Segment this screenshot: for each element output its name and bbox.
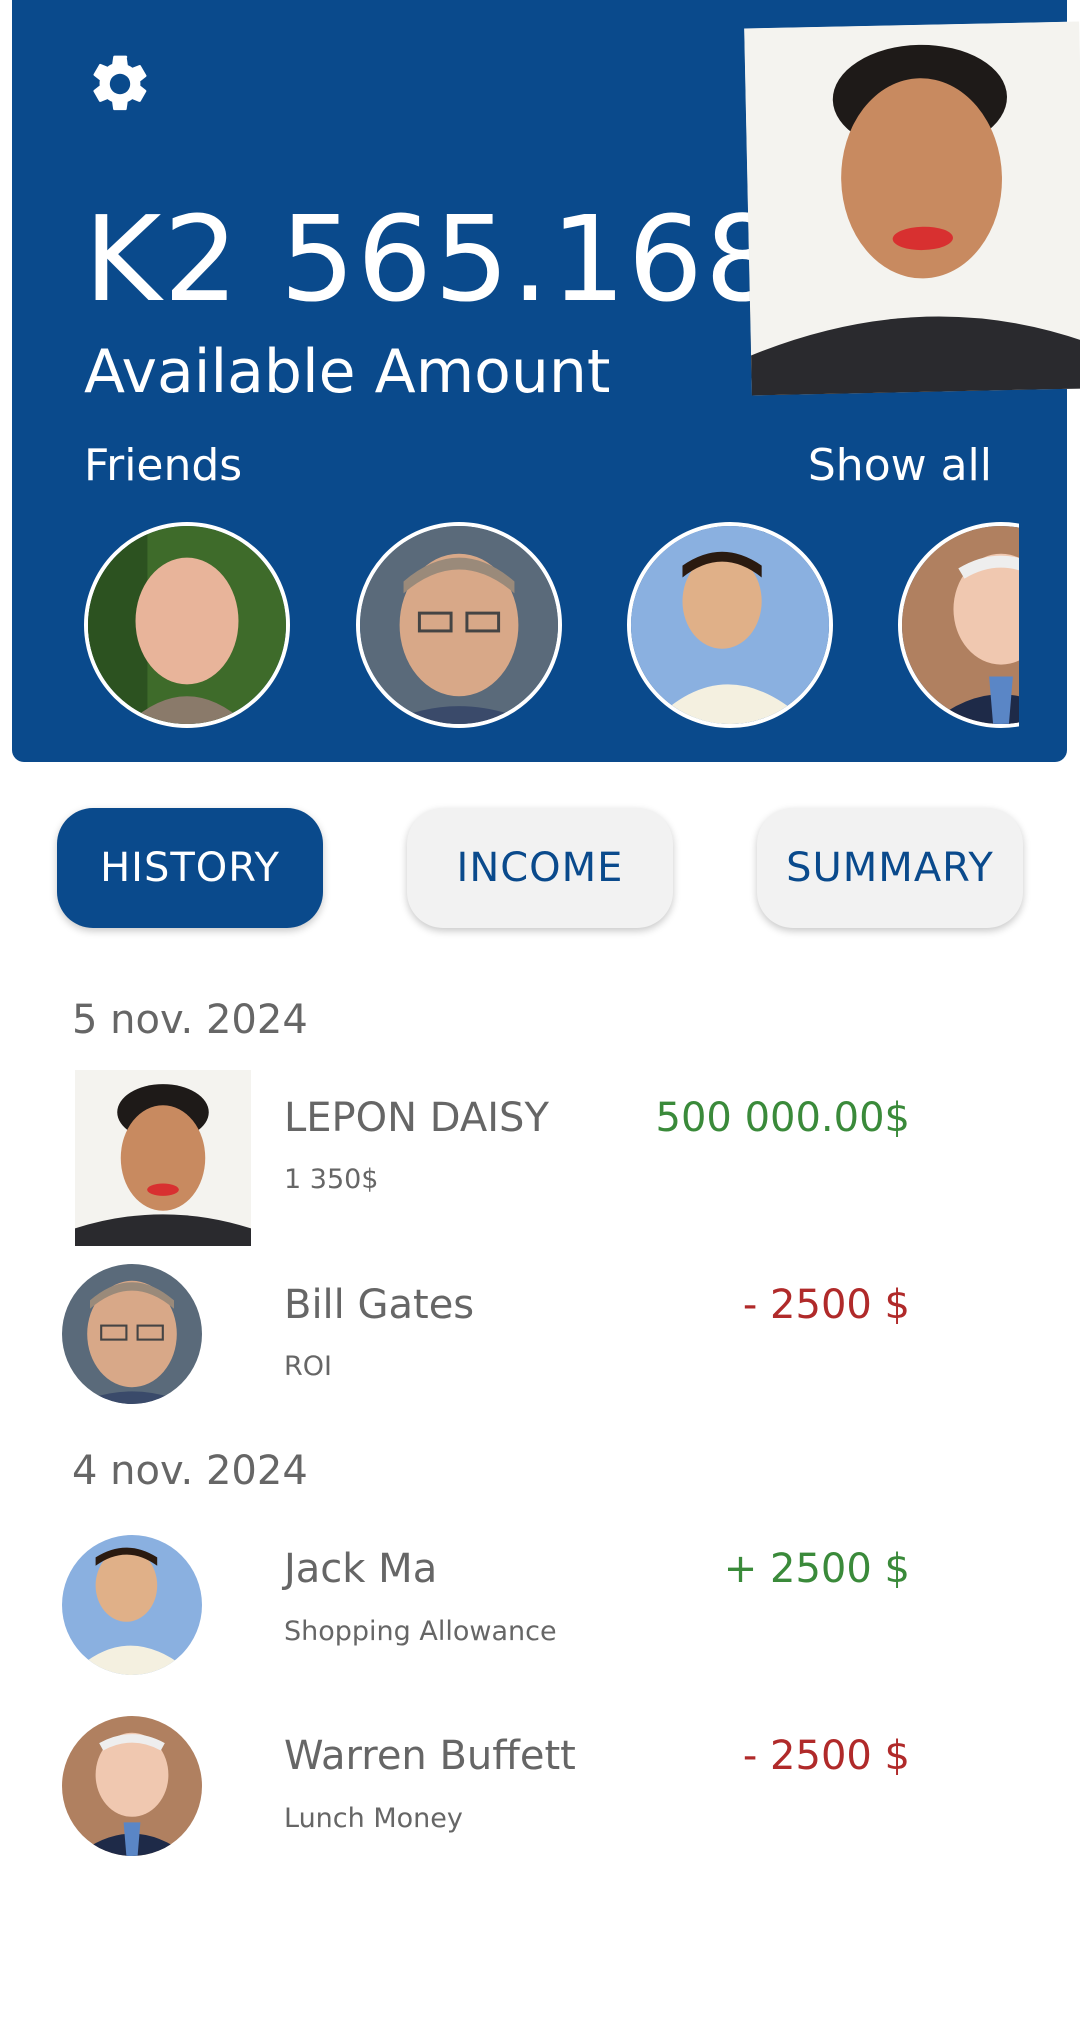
transaction-name: LEPON DAISY bbox=[284, 1095, 549, 1141]
transaction-avatar bbox=[62, 1264, 202, 1404]
friends-title: Friends bbox=[84, 440, 243, 491]
date-header: 4 nov. 2024 bbox=[72, 1448, 308, 1494]
transaction-amount: - 2500 $ bbox=[742, 1733, 910, 1779]
friend-avatar[interactable] bbox=[84, 522, 290, 728]
transaction-note: Shopping Allowance bbox=[284, 1616, 557, 1647]
transaction-avatar bbox=[62, 1535, 202, 1675]
transaction-note: Lunch Money bbox=[284, 1803, 463, 1834]
transaction-avatar bbox=[62, 1716, 202, 1856]
date-header: 5 nov. 2024 bbox=[72, 997, 308, 1043]
transaction-name: Jack Ma bbox=[284, 1546, 438, 1592]
friend-avatar[interactable] bbox=[356, 522, 562, 728]
transaction-avatar bbox=[75, 1070, 251, 1246]
transaction-name: Warren Buffett bbox=[284, 1733, 576, 1779]
friend-avatar[interactable] bbox=[627, 522, 833, 728]
tab-history[interactable]: HISTORY bbox=[57, 808, 323, 928]
transaction-note: 1 350$ bbox=[284, 1164, 379, 1195]
transaction-amount: + 2500 $ bbox=[723, 1546, 910, 1592]
transaction-note: ROI bbox=[284, 1351, 332, 1382]
profile-photo[interactable] bbox=[744, 21, 1080, 396]
transaction-name: Bill Gates bbox=[284, 1282, 475, 1328]
gear-icon[interactable] bbox=[86, 50, 154, 118]
friend-avatar[interactable] bbox=[898, 522, 1019, 728]
tab-summary[interactable]: SUMMARY bbox=[757, 808, 1023, 928]
show-all-link[interactable]: Show all bbox=[808, 444, 992, 488]
transaction-amount: 500 000.00$ bbox=[655, 1095, 910, 1141]
balance-label: Available Amount bbox=[84, 337, 611, 407]
balance-amount: K2 565.168 bbox=[84, 190, 782, 328]
tab-income[interactable]: INCOME bbox=[407, 808, 673, 928]
friends-carousel[interactable] bbox=[84, 522, 1019, 734]
transaction-amount: - 2500 $ bbox=[742, 1282, 910, 1328]
